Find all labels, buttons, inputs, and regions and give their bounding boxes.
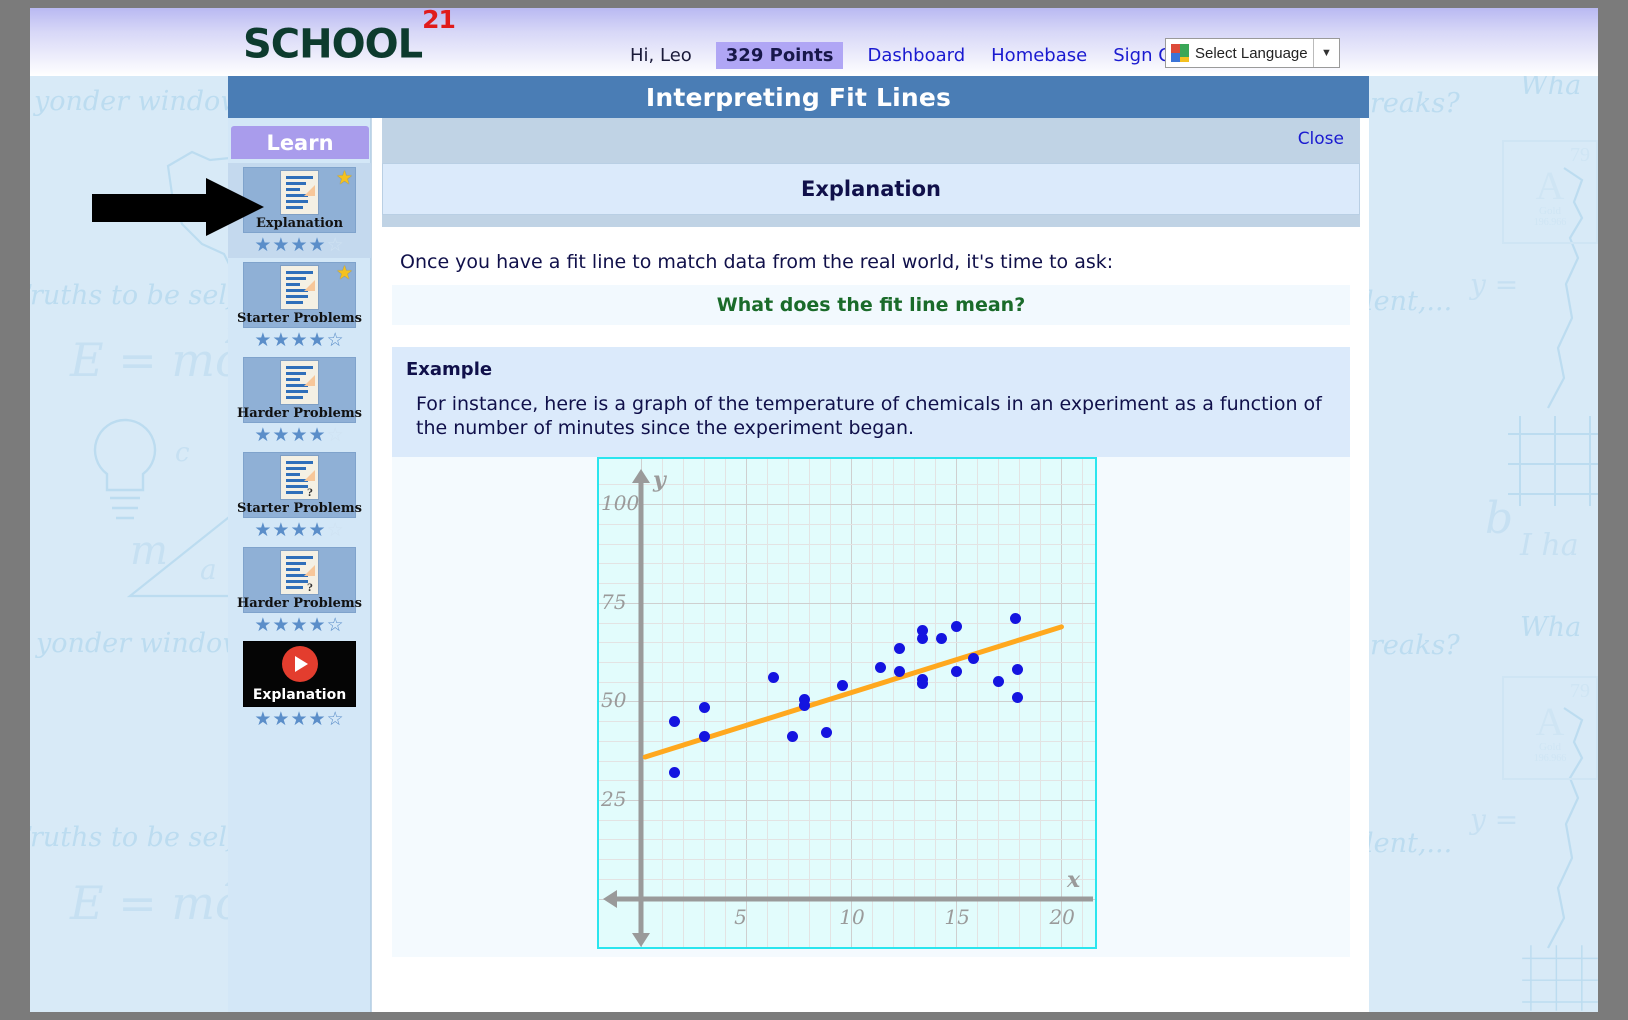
rating-stars: ★★★★☆ [254, 328, 345, 351]
rating-stars: ★★★★☆ [254, 613, 345, 636]
sidebar-item-starter-problems-1[interactable]: Starter Problems ★ ★★★★☆ [228, 258, 371, 353]
document-icon [280, 170, 319, 215]
sidebar: Learn Explanation ★ ★★★★☆ Starter Problems ★… [228, 118, 371, 1012]
element-gold-icon: 79 A Gold 196.966 [1502, 140, 1598, 244]
intro-text: Once you have a fit line to match data f… [400, 251, 1114, 273]
rating-stars: ★★★★☆ [254, 423, 345, 446]
rating-stars: ★★★★☆ [254, 518, 345, 541]
document-question-icon: ? [280, 454, 319, 500]
data-point [698, 731, 710, 743]
site-logo: SCHOOL21 [243, 8, 456, 68]
data-point [669, 715, 681, 727]
chart-container: 25 50 75 100 5 10 15 20 y x [392, 456, 1350, 957]
rating-stars: ★★★★☆ [254, 708, 345, 731]
grid-doodle-icon [1508, 416, 1598, 506]
close-bar: Close [382, 118, 1360, 163]
y-axis-tick-label: 75 [601, 589, 627, 614]
data-point [820, 727, 832, 739]
y-axis-label: y [653, 466, 666, 493]
grid-doodle-icon-2 [1522, 945, 1598, 1011]
sidebar-item-label: Starter Problems [237, 500, 362, 516]
sidebar-tile[interactable]: ? Harder Problems [237, 546, 362, 613]
document-question-icon: ? [280, 549, 319, 595]
x-axis-tick-label: 5 [734, 904, 747, 929]
panel-divider [382, 215, 1360, 227]
data-point [894, 642, 906, 654]
sidebar-item-label: Starter Problems [237, 310, 362, 326]
sidebar-item-label: Harder Problems [237, 595, 362, 611]
sidebar-item-label: Harder Problems [237, 405, 362, 421]
data-point [669, 766, 681, 778]
data-point [936, 632, 948, 644]
x-axis-tick-label: 20 [1049, 904, 1075, 929]
close-button[interactable]: Close [1298, 129, 1344, 149]
gold-star-icon: ★ [335, 168, 353, 189]
data-point [1011, 691, 1023, 703]
y-axis-tick-label: 25 [601, 787, 627, 811]
data-point [1009, 613, 1021, 625]
logo-text: SCHOOL [243, 21, 423, 68]
data-point [992, 676, 1004, 688]
element-gold-icon-2: 79 A Gold 196.966 [1502, 676, 1598, 780]
greeting-text: Hi, Leo [630, 44, 692, 66]
data-point [698, 701, 710, 713]
language-selector-label: Select Language [1195, 44, 1308, 62]
example-title: Example [406, 359, 493, 380]
nav-link-homebase[interactable]: Homebase [991, 45, 1087, 66]
sidebar-item-harder-problems-4[interactable]: ? Harder Problems ★★★★☆ [228, 543, 371, 638]
document-icon [280, 359, 319, 405]
tab-learn[interactable]: Learn [231, 126, 369, 159]
panel-heading: Explanation [382, 163, 1360, 215]
logo-superscript: 21 [422, 8, 456, 34]
x-axis-tick-label: 15 [944, 904, 970, 929]
google-translate-icon [1171, 44, 1189, 62]
x-axis-label: x [1067, 866, 1081, 893]
y-axis-tick-label: 50 [601, 688, 627, 713]
sidebar-item-label: Explanation [255, 216, 344, 231]
data-point [917, 632, 929, 644]
document-icon [280, 264, 319, 310]
scatter-plot: 25 50 75 100 5 10 15 20 y x [597, 456, 1097, 949]
chart-axes [603, 468, 1093, 947]
example-box: Example For instance, here is a graph of… [392, 347, 1350, 457]
rating-stars: ★★★★☆ [254, 234, 345, 256]
chevron-down-icon[interactable]: ▼ [1313, 39, 1339, 67]
x-axis-tick-label: 10 [839, 904, 865, 929]
points-badge: 329 Points [715, 41, 844, 69]
sidebar-tile[interactable]: Starter Problems ★ [237, 261, 362, 328]
sidebar-item-list: Explanation ★ ★★★★☆ Starter Problems ★ ★★★★☆ H… [228, 163, 371, 732]
sidebar-item-starter-problems-3[interactable]: ? Starter Problems ★★★★☆ [228, 448, 371, 543]
site-header: SCHOOL21 Hi, Leo 329 Points Dashboard Ho… [30, 8, 1598, 76]
example-text: For instance, here is a graph of the tem… [416, 393, 1322, 440]
data-point [950, 620, 962, 632]
sidebar-tile[interactable]: Harder Problems [237, 356, 362, 423]
sidebar-item-harder-problems-2[interactable]: Harder Problems ★★★★☆ [228, 353, 371, 448]
page-title: Interpreting Fit Lines [228, 76, 1369, 118]
panel-body: Once you have a fit line to match data f… [382, 227, 1360, 1012]
sidebar-item-label: Explanation [252, 686, 347, 703]
nav-link-dashboard[interactable]: Dashboard [867, 45, 965, 66]
sidebar-tile[interactable]: Explanation [243, 641, 356, 708]
play-icon [281, 645, 318, 682]
language-selector[interactable]: Select Language ▼ [1165, 38, 1340, 68]
header-nav: Hi, Leo 329 Points Dashboard Homebase Si… [630, 41, 1217, 69]
gold-star-icon: ★ [335, 262, 353, 284]
data-point [967, 652, 979, 664]
sidebar-item-explanation-5[interactable]: Explanation ★★★★☆ [228, 637, 371, 732]
main-panel: Close Explanation Once you have a fit li… [371, 118, 1369, 1012]
y-axis-tick-label: 100 [601, 491, 640, 516]
sidebar-tile[interactable]: ? Starter Problems [237, 451, 362, 518]
screen-root: h yonder window br reaks? Wha Truths to … [0, 0, 1628, 1020]
page-root: h yonder window br reaks? Wha Truths to … [30, 8, 1598, 1012]
pointer-arrow-annotation [92, 178, 264, 236]
question-banner: What does the fit line mean? [392, 285, 1350, 325]
